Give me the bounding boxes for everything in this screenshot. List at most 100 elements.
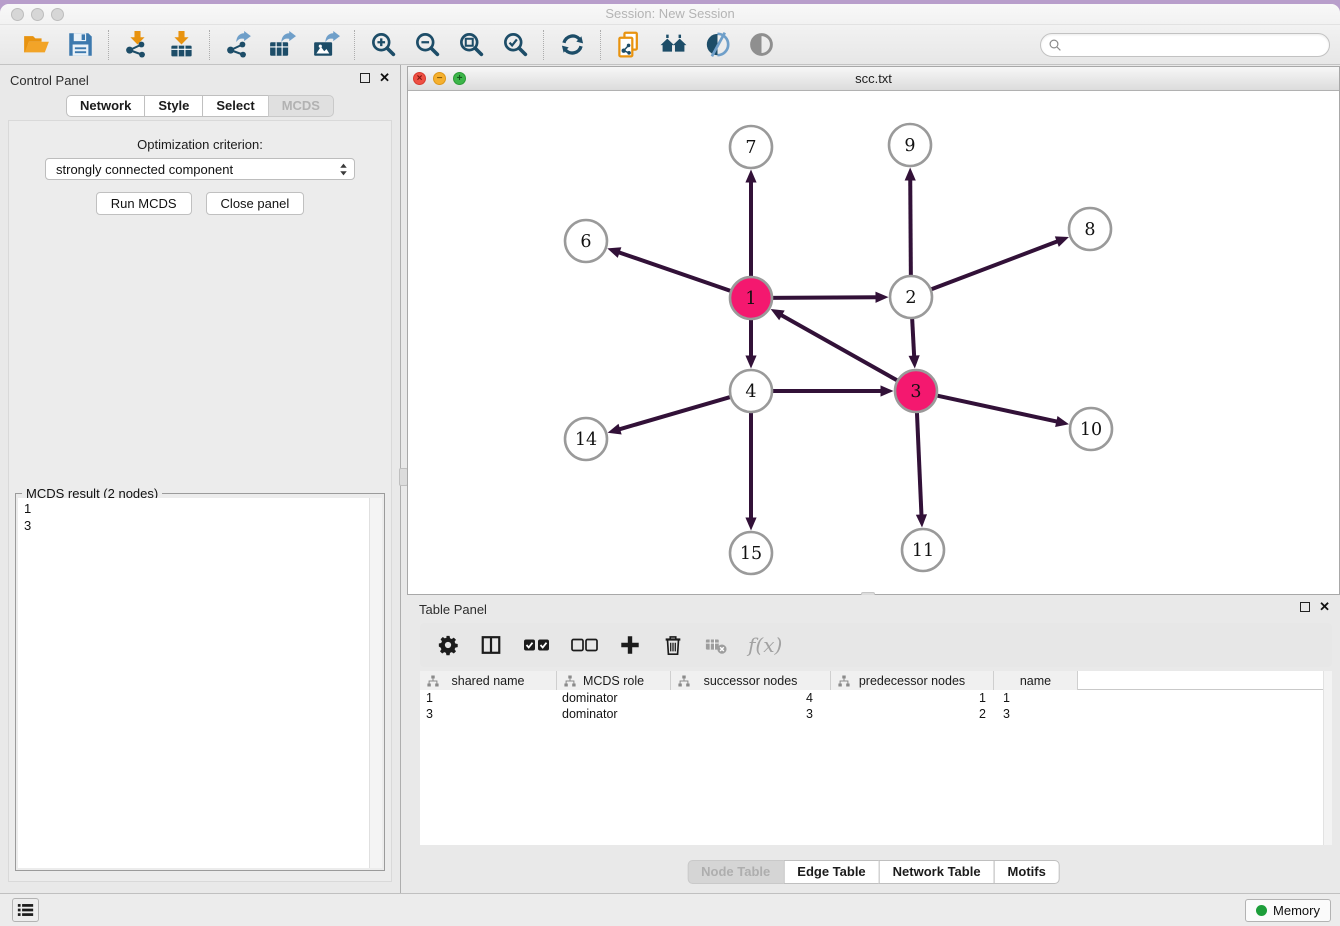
- zoom-in-icon: [370, 31, 397, 58]
- column-header-shared-name[interactable]: shared name: [420, 671, 557, 690]
- zoom-selected-button[interactable]: [500, 30, 530, 60]
- edge-3-1[interactable]: [779, 314, 899, 382]
- tab-motifs[interactable]: Motifs: [994, 860, 1060, 884]
- column-header-label: shared name: [452, 674, 525, 688]
- network-canvas[interactable]: 1 2 3 4 6 7 8 9 10 11 14 15: [408, 91, 1339, 594]
- content-area: Control Panel ✕ NetworkStyleSelectMCDS O…: [0, 65, 1340, 893]
- optimization-criterion-dropdown[interactable]: strongly connected component: [45, 158, 355, 180]
- column-view-button[interactable]: [480, 632, 502, 658]
- create-column-button[interactable]: [619, 632, 641, 658]
- graph-node-15[interactable]: 15: [730, 532, 772, 574]
- attribute-tree-icon: [678, 675, 690, 687]
- tab-select[interactable]: Select: [202, 95, 268, 117]
- tab-style[interactable]: Style: [144, 95, 203, 117]
- table-panel-float-icon[interactable]: [1300, 602, 1310, 612]
- export-table-button[interactable]: [267, 30, 297, 60]
- graph-node-1[interactable]: 1: [730, 277, 772, 319]
- style-button[interactable]: [702, 30, 732, 60]
- search-input[interactable]: [1063, 36, 1329, 54]
- edge-1-2[interactable]: [770, 297, 879, 298]
- edge-2-3[interactable]: [912, 316, 914, 359]
- edge-1-6[interactable]: [617, 252, 733, 292]
- graph-node-14[interactable]: 14: [565, 418, 607, 460]
- graph-node-2[interactable]: 2: [890, 276, 932, 318]
- save-session-button[interactable]: [65, 30, 95, 60]
- column-header-predecessor-nodes[interactable]: predecessor nodes: [831, 671, 994, 690]
- edge-arrowhead: [909, 355, 920, 368]
- table-cell[interactable]: 3: [994, 706, 1078, 722]
- select-all-columns-button[interactable]: [523, 632, 550, 658]
- first-neighbors-button[interactable]: [658, 30, 688, 60]
- edge-3-11[interactable]: [917, 410, 922, 518]
- edge-4-14[interactable]: [617, 396, 733, 430]
- edge-arrowhead: [745, 518, 756, 531]
- tab-network[interactable]: Network: [66, 95, 145, 117]
- zoom-out-button[interactable]: [412, 30, 442, 60]
- table-toolbar: f(x): [420, 623, 1332, 667]
- title-bar[interactable]: Session: New Session: [0, 4, 1340, 25]
- edge-3-10[interactable]: [935, 395, 1060, 422]
- refresh-icon: [559, 31, 586, 58]
- table-cell[interactable]: 2: [831, 706, 994, 722]
- edge-arrowhead: [905, 167, 916, 180]
- close-panel-button[interactable]: Close panel: [206, 192, 305, 215]
- import-table-icon: [168, 31, 195, 58]
- graph-node-10[interactable]: 10: [1070, 408, 1112, 450]
- import-network-icon: [124, 31, 151, 58]
- edge-2-9[interactable]: [910, 177, 911, 278]
- duplicate-network-button[interactable]: [614, 30, 644, 60]
- column-header-mcds-role[interactable]: MCDS role: [557, 671, 671, 690]
- edge-2-8[interactable]: [929, 241, 1060, 291]
- graph-node-9[interactable]: 9: [889, 124, 931, 166]
- tab-network-table[interactable]: Network Table: [879, 860, 995, 884]
- column-header-label: MCDS role: [583, 674, 644, 688]
- table-cell[interactable]: 3: [671, 706, 831, 722]
- unselect-all-columns-button[interactable]: [571, 632, 598, 658]
- graph-node-8[interactable]: 8: [1069, 208, 1111, 250]
- import-table-button[interactable]: [166, 30, 196, 60]
- graph-node-11[interactable]: 11: [902, 529, 944, 571]
- table-cell[interactable]: 1: [420, 690, 557, 706]
- tab-node-table[interactable]: Node Table: [687, 860, 784, 884]
- table-cell[interactable]: 3: [420, 706, 557, 722]
- graph-node-6[interactable]: 6: [565, 220, 607, 262]
- column-header-label: name: [1020, 674, 1051, 688]
- column-header-successor-nodes[interactable]: successor nodes: [671, 671, 831, 690]
- table-cell[interactable]: 4: [671, 690, 831, 706]
- table-scrollbar[interactable]: [1323, 671, 1332, 845]
- export-network-button[interactable]: [223, 30, 253, 60]
- table-cell[interactable]: dominator: [557, 690, 671, 706]
- table-cell[interactable]: 1: [831, 690, 994, 706]
- graph-node-4[interactable]: 4: [730, 370, 772, 412]
- delete-column-button[interactable]: [662, 632, 684, 658]
- tab-mcds[interactable]: MCDS: [268, 95, 334, 117]
- table-cell[interactable]: dominator: [557, 706, 671, 722]
- import-network-button[interactable]: [122, 30, 152, 60]
- task-history-button[interactable]: [12, 898, 39, 922]
- tab-edge-table[interactable]: Edge Table: [783, 860, 879, 884]
- refresh-button[interactable]: [557, 30, 587, 60]
- edge-arrowhead: [607, 247, 621, 258]
- zoom-in-button[interactable]: [368, 30, 398, 60]
- export-image-button[interactable]: [311, 30, 341, 60]
- control-panel-float-icon[interactable]: [360, 73, 370, 83]
- graph-node-7[interactable]: 7: [730, 126, 772, 168]
- table-tabs: Node TableEdge TableNetwork TableMotifs: [687, 860, 1060, 884]
- control-panel-close-icon[interactable]: ✕: [379, 73, 390, 83]
- zoom-fit-button[interactable]: [456, 30, 486, 60]
- result-scrollbar[interactable]: [369, 498, 382, 868]
- network-graph[interactable]: 1 2 3 4 6 7 8 9 10 11 14 15: [408, 91, 1339, 595]
- column-header-name[interactable]: name: [994, 671, 1078, 690]
- table-panel-close-icon[interactable]: ✕: [1319, 602, 1330, 612]
- network-window-titlebar[interactable]: × − + scc.txt: [408, 67, 1339, 91]
- zoom-selected-icon: [502, 31, 529, 58]
- memory-button[interactable]: Memory: [1245, 899, 1331, 922]
- table-cell[interactable]: 1: [994, 690, 1078, 706]
- search-box[interactable]: [1040, 33, 1330, 57]
- graph-node-3[interactable]: 3: [895, 370, 937, 412]
- run-mcds-button[interactable]: Run MCDS: [96, 192, 192, 215]
- open-session-button[interactable]: [21, 30, 51, 60]
- edge-arrowhead: [745, 170, 756, 183]
- table-settings-button[interactable]: [437, 632, 459, 658]
- mcds-result-text[interactable]: 13: [18, 498, 382, 868]
